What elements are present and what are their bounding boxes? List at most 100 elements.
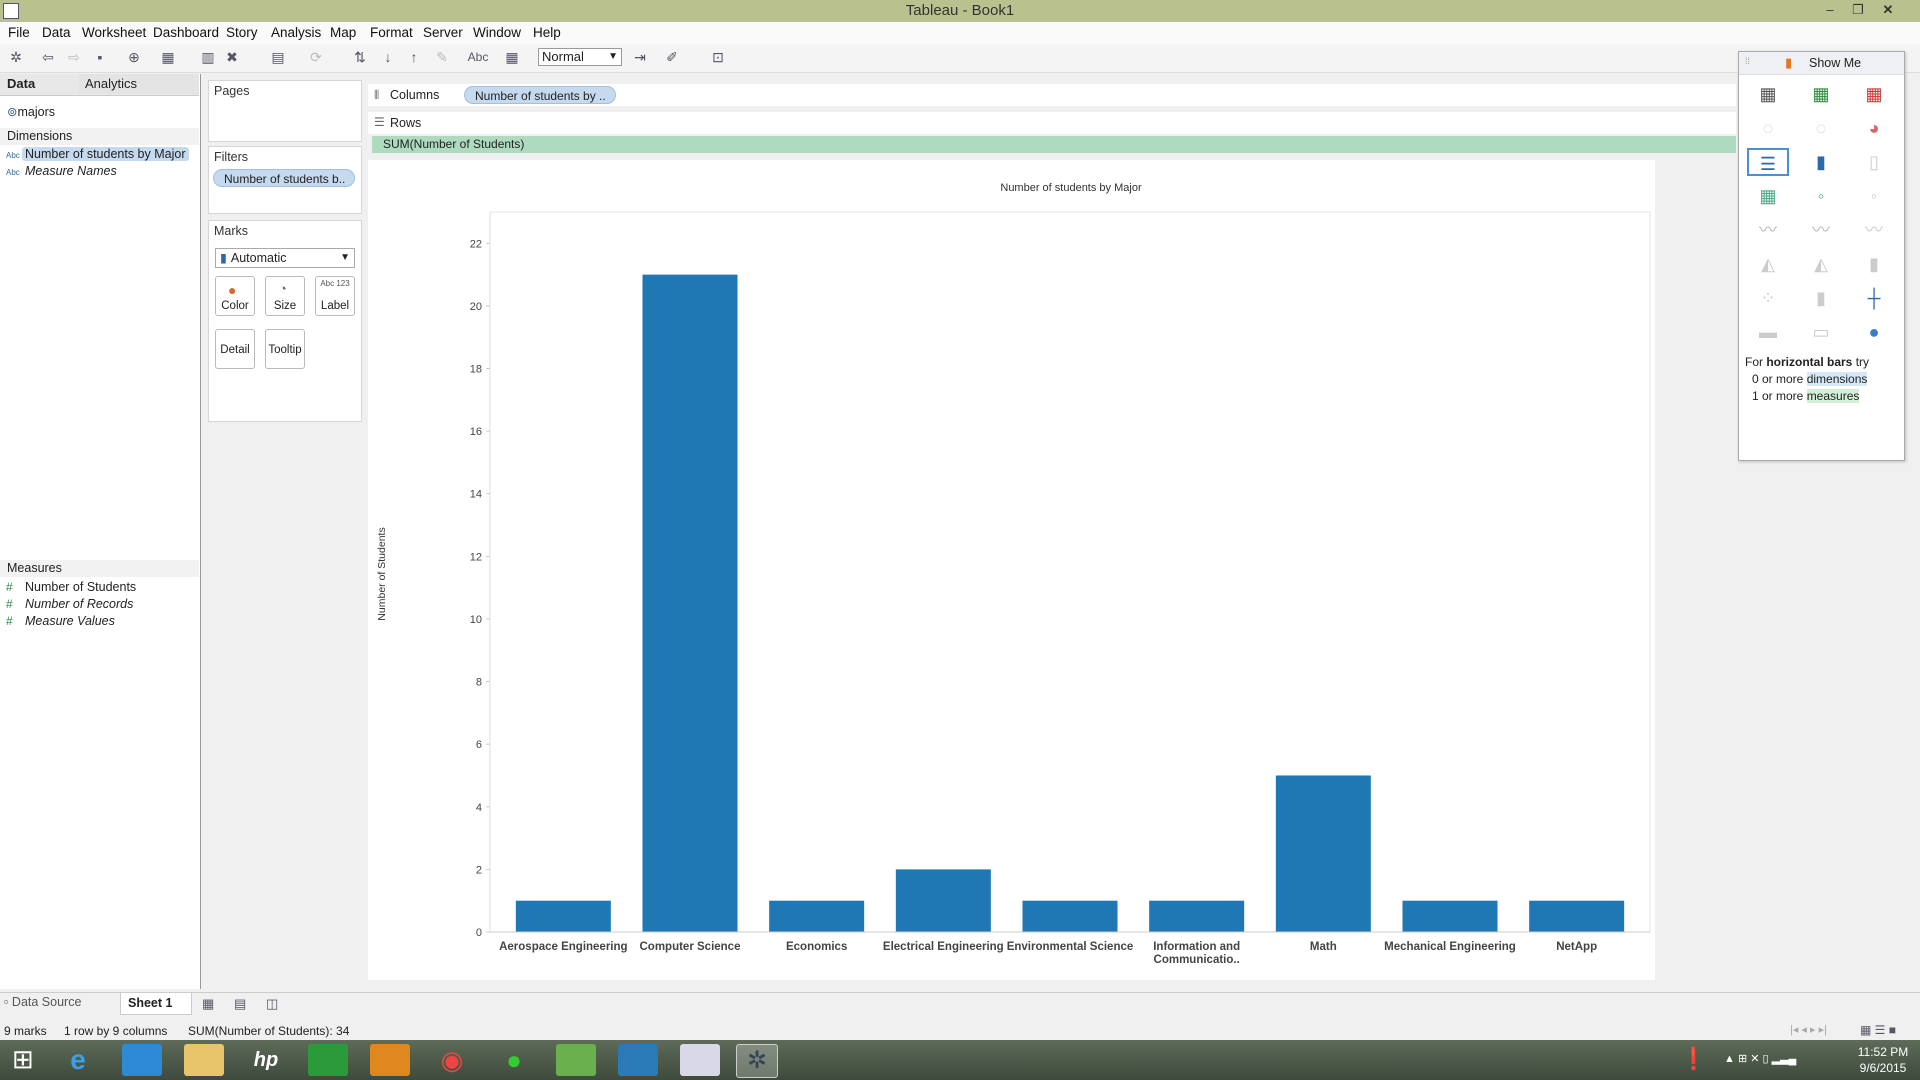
menu-window[interactable]: Window xyxy=(473,25,521,40)
highlight-icon[interactable]: ✎ xyxy=(434,49,450,65)
new-story-icon[interactable]: ◫ xyxy=(266,996,278,1012)
windows-start-icon[interactable]: ⊞ xyxy=(12,1046,34,1072)
dual-combination-icon[interactable]: ▮ xyxy=(1853,250,1895,278)
minimize-button[interactable]: – xyxy=(1818,1,1842,19)
filled-map-icon[interactable]: ◌ xyxy=(1800,114,1842,142)
rows-pill[interactable]: SUM(Number of Students) xyxy=(372,136,1736,153)
swap-icon[interactable]: ⇅ xyxy=(352,49,368,65)
menu-worksheet[interactable]: Worksheet xyxy=(82,25,146,40)
filters-card[interactable]: Filters Number of students b.. xyxy=(208,146,362,214)
redo-icon[interactable]: ⇨ xyxy=(66,49,82,65)
menu-server[interactable]: Server xyxy=(423,25,463,40)
notification-alert-icon[interactable]: ❗ xyxy=(1680,1046,1707,1072)
sheet-nav-icon[interactable]: |◂ ◂ ▸ ▸| xyxy=(1790,1023,1827,1036)
data-source-tab[interactable]: ▫ Data Source xyxy=(4,995,81,1009)
bar[interactable] xyxy=(515,900,611,932)
area-continuous-icon[interactable]: ◭ xyxy=(1747,250,1789,278)
menu-data[interactable]: Data xyxy=(42,25,71,40)
chrome-icon[interactable]: ◉ xyxy=(432,1044,472,1076)
bullet-graph-icon[interactable]: ▭ xyxy=(1800,318,1842,346)
tableau-logo-icon[interactable]: ✲ xyxy=(8,49,24,65)
tableau-taskbar-icon[interactable]: ✲ xyxy=(736,1044,778,1078)
menu-dashboard[interactable]: Dashboard xyxy=(153,25,219,40)
tab-data[interactable]: Data xyxy=(7,74,35,94)
menu-map[interactable]: Map xyxy=(330,25,356,40)
save-icon[interactable]: ▪ xyxy=(92,49,108,65)
fix-axes-icon[interactable]: ⇥ xyxy=(632,49,648,65)
show-me-header[interactable]: ⁞⁞ ▮ Show Me xyxy=(1739,52,1904,75)
store-icon[interactable] xyxy=(308,1044,348,1076)
datasource-row[interactable]: ⊚majors xyxy=(7,104,55,119)
store-app-icon[interactable] xyxy=(122,1044,162,1076)
size-button[interactable]: ◔ Size xyxy=(265,276,305,316)
side-by-side-bars-icon[interactable]: ▯ xyxy=(1853,148,1895,176)
pages-card[interactable]: Pages xyxy=(208,80,362,142)
symbol-map-icon[interactable]: ◌ xyxy=(1747,114,1789,142)
measure-field[interactable]: # Measure Values xyxy=(0,613,115,630)
columns-shelf[interactable]: ⦀ Columns Number of students by .. xyxy=(368,84,1736,106)
notes-icon[interactable] xyxy=(556,1044,596,1076)
new-worksheet-icon[interactable]: ▦ xyxy=(202,996,214,1012)
menu-file[interactable]: File xyxy=(8,25,30,40)
sort-descending-icon[interactable]: ↑ xyxy=(406,49,422,65)
lines-continuous-icon[interactable]: 〰 xyxy=(1747,216,1789,244)
box-and-whisker-icon[interactable]: ┼ xyxy=(1853,284,1895,312)
stacked-bars-icon[interactable]: ▮ xyxy=(1800,148,1842,176)
menu-format[interactable]: Format xyxy=(370,25,413,40)
treemap-icon[interactable]: ▦ xyxy=(1747,182,1789,210)
dimension-field[interactable]: Abc Measure Names xyxy=(0,163,117,180)
system-clock[interactable]: 11:52 PM 9/6/2015 xyxy=(1848,1044,1918,1076)
highlight-table-icon[interactable]: ▦ xyxy=(1853,80,1895,108)
fit-icon[interactable]: ▦ xyxy=(504,49,520,65)
bar[interactable] xyxy=(642,274,738,932)
tooltip-button[interactable]: Tooltip xyxy=(265,329,305,369)
powershell-icon[interactable] xyxy=(618,1044,658,1076)
heat-map-icon[interactable]: ▦ xyxy=(1800,80,1842,108)
duplicate-sheet-icon[interactable]: ▥ xyxy=(200,49,216,65)
dual-lines-icon[interactable]: 〰 xyxy=(1853,216,1895,244)
histogram-icon[interactable]: ▮ xyxy=(1800,284,1842,312)
menu-story[interactable]: Story xyxy=(226,25,258,40)
app-icon[interactable] xyxy=(370,1044,410,1076)
sort-ascending-icon[interactable]: ↓ xyxy=(380,49,396,65)
bar[interactable] xyxy=(1275,775,1371,932)
bar[interactable] xyxy=(1402,900,1498,932)
bar[interactable] xyxy=(1022,900,1118,932)
menu-analysis[interactable]: Analysis xyxy=(271,25,321,40)
new-dashboard-icon[interactable]: ▤ xyxy=(234,996,246,1012)
show-labels-button[interactable]: Abc xyxy=(466,49,490,65)
spotify-icon[interactable]: ● xyxy=(494,1044,534,1076)
hp-icon[interactable]: hp xyxy=(246,1044,286,1076)
packed-bubbles-icon[interactable]: ● xyxy=(1853,318,1895,346)
label-button[interactable]: Abc 123 Label xyxy=(315,276,355,316)
undo-icon[interactable]: ⇦ xyxy=(40,49,56,65)
auto-update-icon[interactable]: ▤ xyxy=(270,49,286,65)
new-datasource-icon[interactable]: ⊕ xyxy=(126,49,142,65)
menu-help[interactable]: Help xyxy=(533,25,561,40)
area-discrete-icon[interactable]: ◭ xyxy=(1800,250,1842,278)
side-by-side-circles-icon[interactable]: ◦ xyxy=(1853,182,1895,210)
tab-sheet-1[interactable]: Sheet 1 xyxy=(120,993,192,1015)
columns-pill[interactable]: Number of students by .. xyxy=(464,86,616,104)
circle-view-icon[interactable]: ◦ xyxy=(1800,182,1842,210)
mark-type-select[interactable]: ▮ Automatic ▼ xyxy=(215,248,355,268)
close-button[interactable]: ✕ xyxy=(1876,1,1900,19)
fit-select[interactable]: Normal ▼ xyxy=(538,48,622,66)
bar[interactable] xyxy=(769,900,865,932)
document-icon[interactable] xyxy=(680,1044,720,1076)
filter-pill[interactable]: Number of students b.. xyxy=(213,169,355,187)
sheet-sorter-icon[interactable]: ▦ ☰ ■ xyxy=(1860,1023,1896,1037)
annotate-icon[interactable]: ✐ xyxy=(664,49,680,65)
lines-discrete-icon[interactable]: 〰 xyxy=(1800,216,1842,244)
scatter-plot-icon[interactable]: ⁘ xyxy=(1747,284,1789,312)
file-explorer-icon[interactable] xyxy=(184,1044,224,1076)
bar[interactable] xyxy=(1149,900,1245,932)
dimension-field[interactable]: Abc Number of students by Major xyxy=(0,146,189,163)
pie-chart-icon[interactable]: ◕ xyxy=(1853,114,1895,142)
gantt-chart-icon[interactable]: ▬ xyxy=(1747,318,1789,346)
color-button[interactable]: ● Color xyxy=(215,276,255,316)
horizontal-bars-icon[interactable]: ☰ xyxy=(1747,148,1789,176)
internet-explorer-icon[interactable]: e xyxy=(58,1044,98,1076)
bar[interactable] xyxy=(895,869,991,932)
bar[interactable] xyxy=(1529,900,1625,932)
